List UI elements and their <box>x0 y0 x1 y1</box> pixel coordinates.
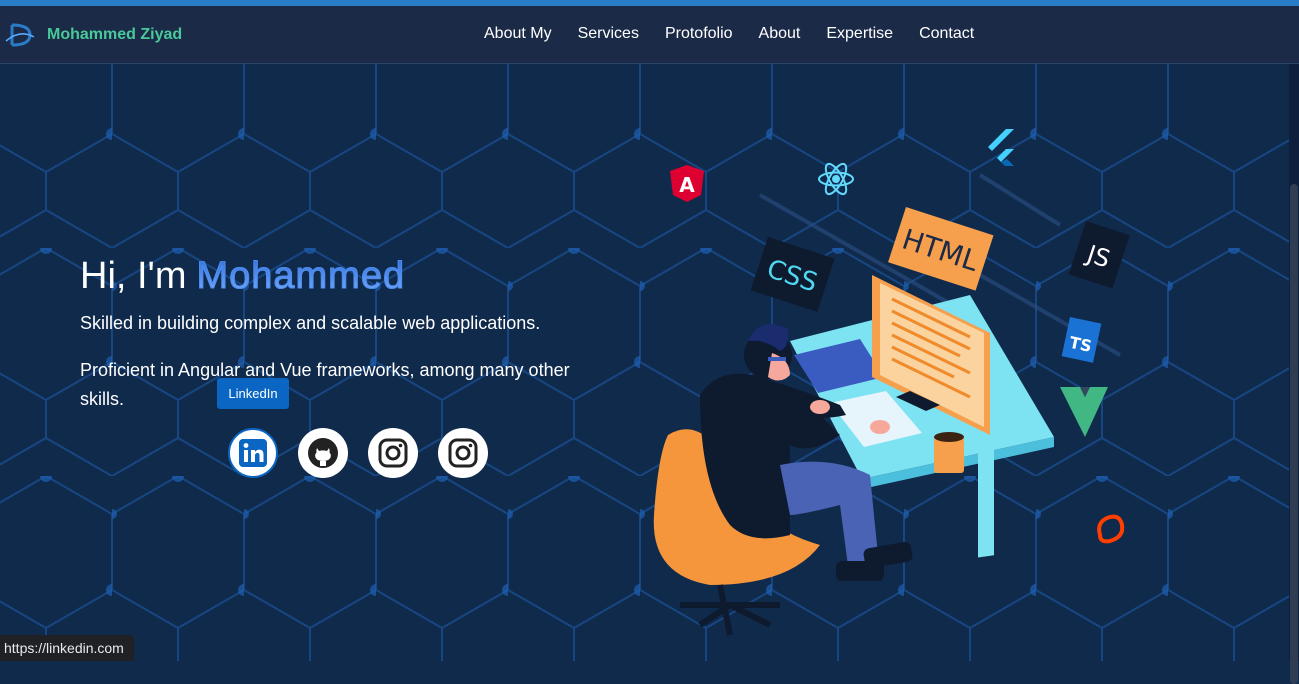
nav-about[interactable]: About <box>759 25 801 43</box>
instagram-icon <box>378 438 408 468</box>
css-label: CSS <box>750 236 835 312</box>
js-label: JS <box>1068 221 1130 289</box>
logo[interactable] <box>4 19 36 51</box>
d-swoosh-logo-icon <box>5 23 35 47</box>
linkedin-button[interactable] <box>228 428 278 478</box>
nav-expertise[interactable]: Expertise <box>826 25 893 43</box>
main-nav: About My Services Protofolio About Exper… <box>484 25 1000 43</box>
nav-about-my[interactable]: About My <box>484 25 552 43</box>
brand-name[interactable]: Mohammed Ziyad <box>47 26 182 44</box>
instagram-button[interactable] <box>368 428 418 478</box>
scrollbar[interactable] <box>1289 64 1299 684</box>
vue-icon <box>1060 387 1108 437</box>
instagram-button-2[interactable] <box>438 428 488 478</box>
social-links <box>228 428 508 478</box>
linkedin-icon <box>239 439 267 467</box>
github-icon <box>308 438 338 468</box>
react-icon <box>818 162 854 196</box>
nav-portfolio[interactable]: Protofolio <box>665 25 733 43</box>
developer-illustration: A CSS HTML JS TS <box>653 129 1130 636</box>
hero-greeting: Hi, I'm <box>80 255 187 297</box>
linkedin-tooltip: LinkedIn <box>217 378 289 409</box>
navbar: Mohammed Ziyad About My Services Protofo… <box>0 6 1299 64</box>
scrollbar-thumb[interactable] <box>1290 184 1298 684</box>
flutter-icon <box>988 129 1014 166</box>
hero-tagline: Skilled in building complex and scalable… <box>80 313 541 333</box>
svelte-icon <box>1097 514 1125 544</box>
github-button[interactable] <box>298 428 348 478</box>
status-bar-url: https://linkedin.com <box>0 635 134 661</box>
instagram-icon <box>448 438 478 468</box>
hero-skills-text: Proficient in Angular and Vue frameworks… <box>80 360 570 409</box>
nav-services[interactable]: Services <box>578 25 639 43</box>
nav-contact[interactable]: Contact <box>919 25 974 43</box>
hero-title: Hi, I'm Mohammed <box>80 254 405 298</box>
hero-name: Mohammed <box>196 255 406 298</box>
svg-text:A: A <box>679 173 695 197</box>
angular-icon: A <box>670 165 704 202</box>
